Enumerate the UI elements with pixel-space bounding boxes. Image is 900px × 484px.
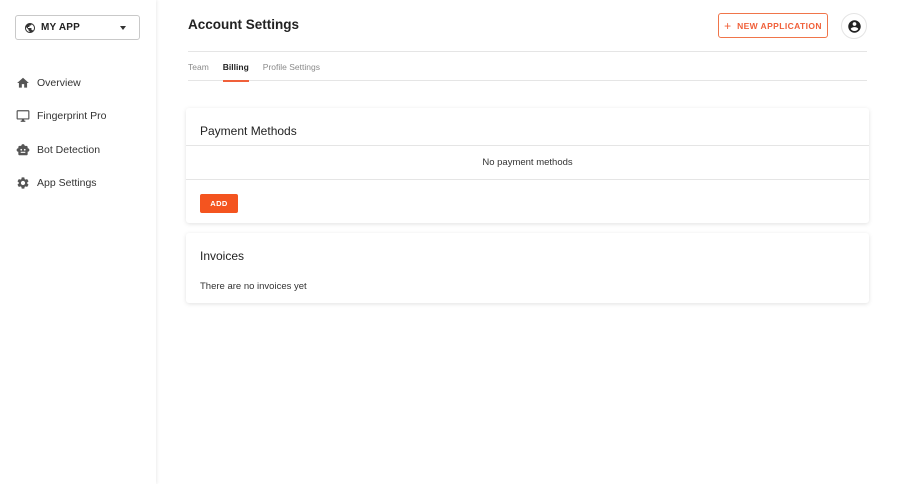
sidebar-item-label: Bot Detection [37,143,101,156]
card-divider [186,145,869,146]
sidebar-item-app-settings[interactable]: App Settings [0,167,156,201]
page-title: Account Settings [188,17,300,32]
invoices-title: Invoices [200,249,245,263]
account-circle-icon [847,19,862,34]
sidebar-item-label: Overview [37,76,81,89]
sidebar-nav: Overview Fingerprint Pro Bot Detection A… [0,66,156,200]
robot-icon [16,143,30,157]
app-selector-label: MY APP [41,22,80,33]
chevron-down-icon [120,25,126,30]
plus-icon: + [724,18,732,33]
tab-profile-settings[interactable]: Profile Settings [263,52,320,81]
sidebar-item-overview[interactable]: Overview [0,66,156,100]
payment-methods-title: Payment Methods [200,124,297,138]
sidebar-item-label: Fingerprint Pro [37,110,107,123]
gear-icon [16,176,30,190]
settings-tabs: Team Billing Profile Settings [188,52,867,82]
payment-methods-empty-text: No payment methods [482,157,573,168]
monitor-icon [16,109,30,123]
new-application-button[interactable]: + NEW APPLICATION [718,13,828,38]
add-payment-method-button[interactable]: ADD [200,194,238,213]
new-application-label: NEW APPLICATION [737,20,822,31]
invoices-empty-text: There are no invoices yet [200,281,307,292]
card-divider [186,179,869,180]
globe-icon [24,22,36,34]
account-button[interactable] [841,13,867,39]
sidebar-item-fingerprint-pro[interactable]: Fingerprint Pro [0,100,156,134]
payment-methods-card: Payment Methods No payment methods ADD [186,108,869,223]
home-icon [16,76,30,90]
invoices-card: Invoices There are no invoices yet [186,233,869,303]
tab-team[interactable]: Team [188,52,209,81]
app-selector-dropdown[interactable]: MY APP [15,15,140,40]
tab-billing[interactable]: Billing [222,52,249,82]
sidebar-item-bot-detection[interactable]: Bot Detection [0,133,156,167]
sidebar: MY APP Overview Fingerprint Pro Bot Dete… [0,0,156,484]
sidebar-item-label: App Settings [37,177,97,190]
